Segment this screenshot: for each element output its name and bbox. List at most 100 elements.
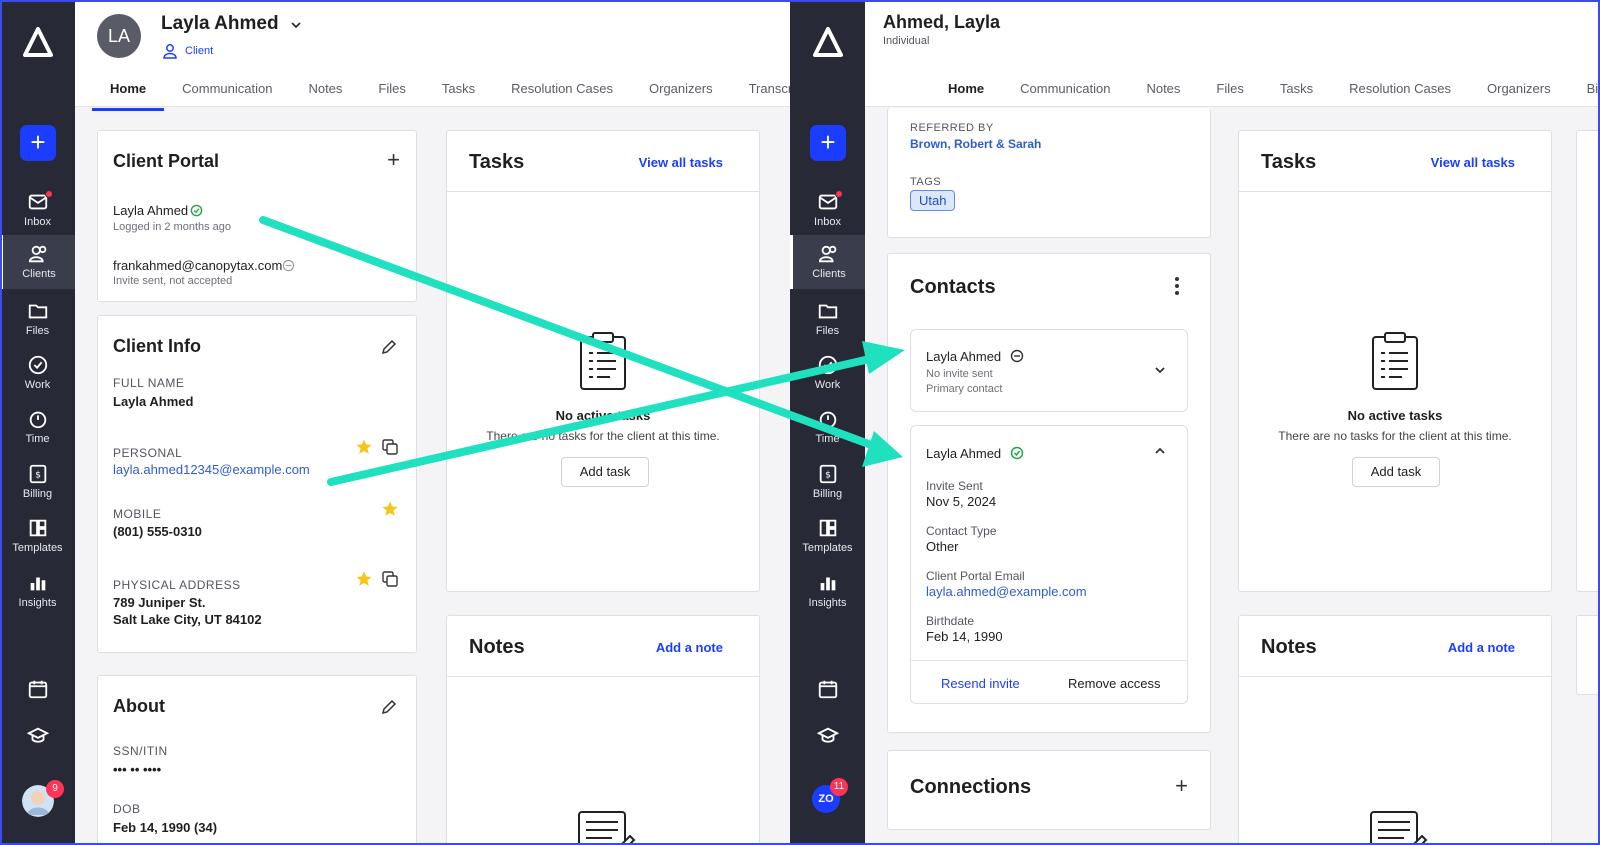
pending-icon bbox=[282, 259, 295, 272]
client-subtitle: Individual bbox=[883, 35, 930, 47]
kebab-menu-icon[interactable] bbox=[1174, 276, 1180, 296]
star-icon[interactable] bbox=[381, 500, 399, 518]
tab-tasks[interactable]: Tasks bbox=[424, 78, 493, 111]
empty-description: There are no tasks for the client at thi… bbox=[1278, 429, 1512, 443]
field-label: REFERRED BY bbox=[910, 122, 994, 134]
empty-title: No active tasks bbox=[555, 408, 651, 423]
notes-card: Notes Add a note bbox=[1238, 615, 1552, 845]
nav-label: Files bbox=[815, 325, 840, 337]
nav-clients[interactable]: Clients bbox=[0, 235, 75, 289]
add-note-link[interactable]: Add a note bbox=[656, 640, 723, 655]
nav-work[interactable]: Work bbox=[0, 346, 75, 400]
tag-chip[interactable]: Utah bbox=[910, 190, 956, 211]
chevron-down-icon[interactable] bbox=[1153, 363, 1167, 377]
tab-notes[interactable]: Notes bbox=[290, 78, 360, 111]
resend-invite-button[interactable]: Resend invite bbox=[941, 676, 1020, 691]
no-invite-icon bbox=[1010, 349, 1024, 363]
chevron-up-icon[interactable] bbox=[1153, 444, 1167, 458]
copy-icon[interactable] bbox=[381, 570, 399, 588]
contact-item[interactable]: Layla Ahmed No invite sent Primary conta… bbox=[910, 329, 1188, 412]
nav-files[interactable]: Files bbox=[790, 292, 865, 346]
clients-icon bbox=[28, 245, 47, 263]
graduation-cap-icon[interactable] bbox=[27, 725, 49, 747]
star-icon[interactable] bbox=[355, 570, 373, 588]
tab-home[interactable]: Home bbox=[930, 78, 1003, 111]
timer-icon bbox=[29, 411, 46, 429]
notes-icon bbox=[578, 811, 636, 845]
nav-work[interactable]: Work bbox=[790, 346, 865, 400]
contact-name: Layla Ahmed bbox=[926, 446, 1002, 461]
tab-communication[interactable]: Communication bbox=[164, 78, 290, 111]
referred-by-link[interactable]: Brown, Robert & Sarah bbox=[910, 137, 1041, 151]
check-circle-icon bbox=[190, 204, 203, 217]
client-portal-card: Client Portal + Layla Ahmed Logged in 2 … bbox=[97, 130, 417, 302]
nav-insights[interactable]: Insights bbox=[790, 564, 865, 618]
nav-files[interactable]: Files bbox=[0, 292, 75, 346]
personal-email-link[interactable]: layla.ahmed12345@example.com bbox=[113, 462, 310, 477]
pencil-icon[interactable] bbox=[380, 698, 398, 716]
portal-email-link[interactable]: layla.ahmed@example.com bbox=[926, 584, 1087, 599]
canopy-logo-icon[interactable] bbox=[812, 26, 844, 58]
nav-label: Billing bbox=[812, 488, 843, 500]
folder-icon bbox=[818, 304, 837, 319]
tab-resolution-cases[interactable]: Resolution Cases bbox=[1331, 78, 1469, 111]
add-note-link[interactable]: Add a note bbox=[1448, 640, 1515, 655]
add-button[interactable]: + bbox=[20, 125, 56, 161]
templates-icon bbox=[819, 519, 836, 537]
tab-files[interactable]: Files bbox=[1198, 78, 1261, 111]
view-all-tasks-link[interactable]: View all tasks bbox=[639, 155, 723, 170]
graduation-cap-icon[interactable] bbox=[817, 725, 839, 747]
view-all-tasks-link[interactable]: View all tasks bbox=[1431, 155, 1515, 170]
svg-text:$: $ bbox=[35, 470, 41, 481]
add-connection-button[interactable]: + bbox=[1175, 775, 1188, 797]
nav-templates[interactable]: Templates bbox=[0, 509, 75, 563]
field-label: PERSONAL bbox=[113, 446, 183, 460]
client-avatar: LA bbox=[97, 14, 141, 58]
address-line1: 789 Juniper St. bbox=[113, 595, 206, 610]
tab-transcripts[interactable]: Transcr bbox=[731, 78, 790, 111]
add-task-button[interactable]: Add task bbox=[1352, 457, 1440, 487]
remove-access-button[interactable]: Remove access bbox=[1068, 676, 1160, 691]
tab-communication[interactable]: Communication bbox=[1002, 78, 1128, 111]
nav-time[interactable]: Time bbox=[0, 400, 75, 454]
card-title: Tasks bbox=[469, 151, 525, 173]
tab-files[interactable]: Files bbox=[360, 78, 423, 111]
card-title: Client Portal bbox=[113, 151, 220, 171]
tab-organizers[interactable]: Organizers bbox=[631, 78, 731, 111]
nav-label: Inbox bbox=[814, 216, 841, 228]
nav-label: Templates bbox=[12, 542, 63, 554]
connections-card: Connections + bbox=[887, 750, 1211, 830]
portal-user-status: Invite sent, not accepted bbox=[113, 275, 233, 287]
tab-notes[interactable]: Notes bbox=[1128, 78, 1198, 111]
calendar-icon[interactable] bbox=[27, 678, 49, 700]
chevron-down-icon[interactable] bbox=[289, 18, 303, 32]
canopy-logo-icon[interactable] bbox=[22, 26, 54, 58]
add-portal-user-button[interactable]: + bbox=[387, 149, 400, 171]
nav-insights[interactable]: Insights bbox=[0, 564, 75, 618]
nav-time[interactable]: Time bbox=[790, 400, 865, 454]
tab-organizers[interactable]: Organizers bbox=[1469, 78, 1569, 111]
nav-inbox[interactable]: Inbox bbox=[0, 183, 75, 237]
copy-icon[interactable] bbox=[381, 438, 399, 456]
tab-home[interactable]: Home bbox=[92, 78, 165, 111]
nav-templates[interactable]: Templates bbox=[790, 509, 865, 563]
field-label: Invite Sent bbox=[926, 479, 983, 493]
tab-tasks[interactable]: Tasks bbox=[1262, 78, 1331, 111]
star-icon[interactable] bbox=[355, 438, 373, 456]
tab-resolution-cases[interactable]: Resolution Cases bbox=[493, 78, 631, 111]
nav-billing[interactable]: $ Billing bbox=[790, 455, 865, 509]
pencil-icon[interactable] bbox=[380, 338, 398, 356]
empty-description: There are no tasks for the client at thi… bbox=[486, 429, 720, 443]
nav-inbox[interactable]: Inbox bbox=[790, 183, 865, 237]
add-task-button[interactable]: Add task bbox=[561, 457, 649, 487]
about-card: About SSN/ITIN ••• •• •••• DOB Feb 14, 1… bbox=[97, 675, 417, 845]
calendar-icon[interactable] bbox=[817, 678, 839, 700]
nav-label: Insights bbox=[808, 597, 847, 609]
tab-billing[interactable]: Bi bbox=[1569, 78, 1600, 111]
nav-billing[interactable]: $ Billing bbox=[0, 455, 75, 509]
add-button[interactable]: + bbox=[810, 125, 846, 161]
field-label: Birthdate bbox=[926, 614, 975, 628]
portal-user-email: frankahmed@canopytax.com bbox=[113, 258, 283, 273]
nav-clients[interactable]: Clients bbox=[790, 235, 865, 289]
card-title: Connections bbox=[910, 776, 1032, 798]
